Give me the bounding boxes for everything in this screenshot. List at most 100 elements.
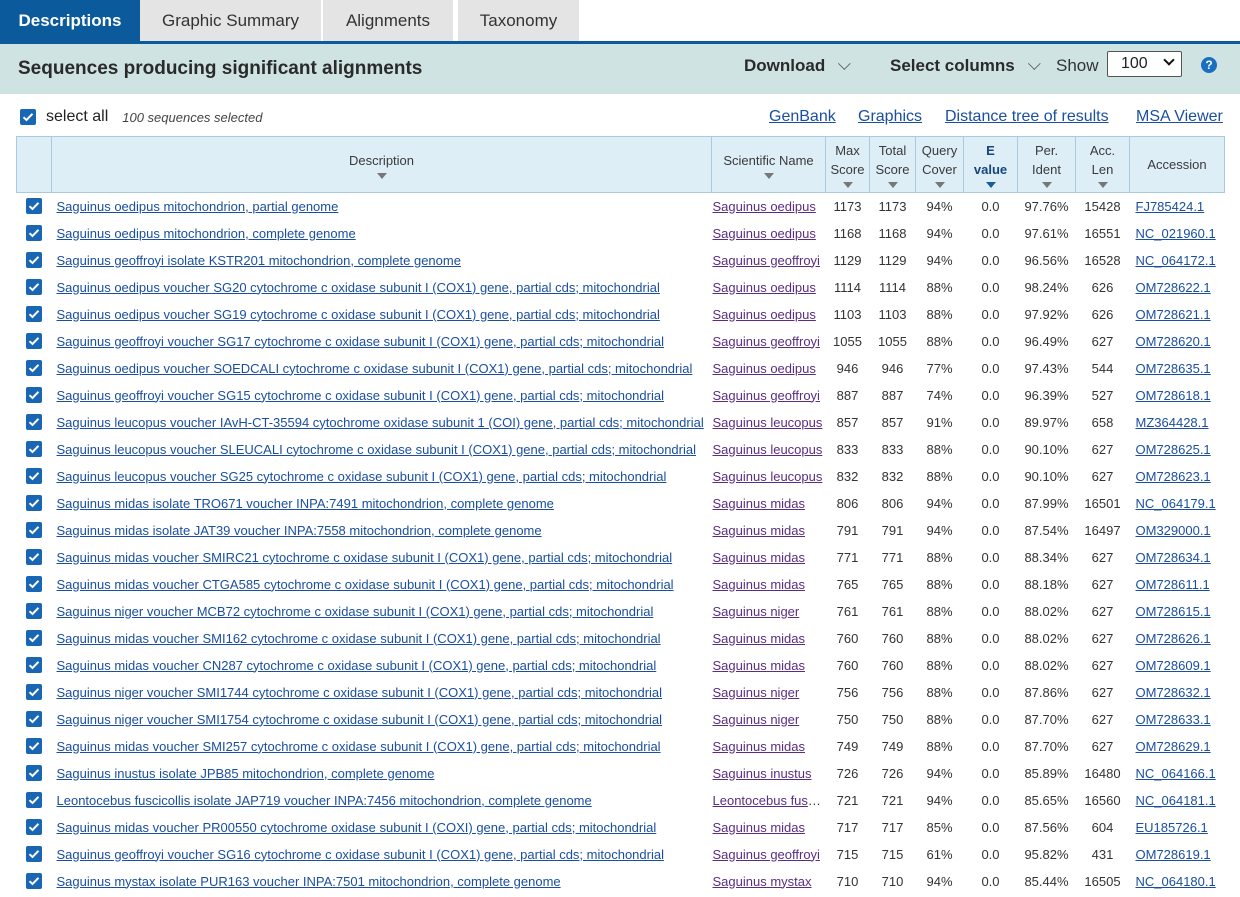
description-link[interactable]: Saguinus niger voucher MCB72 cytochrome …: [57, 604, 654, 619]
scientific-name-link[interactable]: Saguinus leucopus: [713, 415, 823, 430]
description-link[interactable]: Saguinus oedipus mitochondrion, complete…: [57, 226, 356, 241]
tab-alignments[interactable]: Alignments: [323, 0, 453, 41]
accession-link[interactable]: NC_064181.1: [1136, 793, 1216, 808]
description-link[interactable]: Saguinus geoffroyi voucher SG15 cytochro…: [57, 388, 664, 403]
msa-viewer-link[interactable]: MSA Viewer: [1136, 108, 1223, 126]
genbank-link[interactable]: GenBank: [769, 108, 836, 126]
description-link[interactable]: Saguinus midas voucher SMIRC21 cytochrom…: [57, 550, 673, 565]
description-link[interactable]: Saguinus leucopus voucher IAvH-CT-35594 …: [57, 415, 704, 430]
accession-link[interactable]: OM728609.1: [1136, 658, 1211, 673]
scientific-name-link[interactable]: Saguinus oedipus: [713, 361, 816, 376]
accession-link[interactable]: NC_064166.1: [1136, 766, 1216, 781]
column-accession[interactable]: Accession: [1129, 136, 1225, 193]
description-link[interactable]: Saguinus midas isolate TRO671 voucher IN…: [57, 496, 554, 511]
description-link[interactable]: Saguinus oedipus voucher SG20 cytochrome…: [57, 280, 660, 295]
graphics-link[interactable]: Graphics: [858, 108, 922, 126]
tab-graphic-summary[interactable]: Graphic Summary: [140, 0, 321, 41]
select-all-checkbox[interactable]: [20, 109, 36, 125]
description-link[interactable]: Saguinus midas voucher CN287 cytochrome …: [57, 658, 657, 673]
select-columns-button[interactable]: Select columns: [890, 56, 1041, 76]
scientific-name-link[interactable]: Saguinus oedipus: [713, 280, 816, 295]
scientific-name-link[interactable]: Saguinus mystax: [713, 874, 812, 889]
description-link[interactable]: Saguinus niger voucher SMI1744 cytochrom…: [57, 685, 663, 700]
download-button[interactable]: Download: [744, 56, 851, 76]
accession-link[interactable]: OM728635.1: [1136, 361, 1211, 376]
row-checkbox[interactable]: [26, 306, 42, 322]
row-checkbox[interactable]: [26, 765, 42, 781]
row-checkbox[interactable]: [26, 198, 42, 215]
scientific-name-link[interactable]: Saguinus niger: [713, 685, 800, 700]
column-acc-len[interactable]: Acc. Len: [1075, 136, 1130, 193]
column-total-score[interactable]: Total Score: [869, 136, 916, 193]
description-link[interactable]: Saguinus oedipus mitochondrion, partial …: [57, 199, 339, 214]
description-link[interactable]: Saguinus leucopus voucher SG25 cytochrom…: [57, 469, 667, 484]
accession-link[interactable]: NC_021960.1: [1136, 226, 1216, 241]
description-link[interactable]: Saguinus oedipus voucher SOEDCALI cytoch…: [57, 361, 693, 376]
accession-link[interactable]: OM728618.1: [1136, 388, 1211, 403]
tab-taxonomy[interactable]: Taxonomy: [458, 0, 579, 41]
row-checkbox[interactable]: [26, 387, 42, 403]
row-checkbox[interactable]: [26, 360, 42, 376]
scientific-name-link[interactable]: Saguinus midas: [713, 820, 806, 835]
scientific-name-link[interactable]: Saguinus midas: [713, 658, 806, 673]
accession-link[interactable]: OM728625.1: [1136, 442, 1211, 457]
row-checkbox[interactable]: [26, 792, 42, 808]
column-query-cover[interactable]: Query Cover: [915, 136, 964, 193]
scientific-name-link[interactable]: Saguinus midas: [713, 523, 806, 538]
description-link[interactable]: Saguinus midas voucher SMI257 cytochrome…: [57, 739, 661, 754]
row-checkbox[interactable]: [26, 684, 42, 700]
description-link[interactable]: Saguinus inustus isolate JPB85 mitochond…: [57, 766, 435, 781]
row-checkbox[interactable]: [26, 576, 42, 592]
scientific-name-link[interactable]: Saguinus leucopus: [713, 469, 823, 484]
column-max-score[interactable]: Max Score: [825, 136, 870, 193]
description-link[interactable]: Saguinus midas voucher CTGA585 cytochrom…: [57, 577, 674, 592]
row-checkbox[interactable]: [26, 225, 42, 241]
accession-link[interactable]: FJ785424.1: [1136, 199, 1205, 214]
column-scientific-name[interactable]: Scientific Name: [711, 136, 826, 193]
distance-tree-link[interactable]: Distance tree of results: [945, 108, 1109, 126]
scientific-name-link[interactable]: Saguinus leucopus: [713, 442, 823, 457]
description-link[interactable]: Saguinus geoffroyi isolate KSTR201 mitoc…: [57, 253, 461, 268]
scientific-name-link[interactable]: Saguinus oedipus: [713, 307, 816, 322]
scientific-name-link[interactable]: Saguinus geoffroyi: [713, 388, 820, 403]
scientific-name-link[interactable]: Saguinus midas: [713, 550, 806, 565]
scientific-name-link[interactable]: Leontocebus fuscicollis: [713, 793, 826, 808]
description-link[interactable]: Saguinus geoffroyi voucher SG17 cytochro…: [57, 334, 664, 349]
row-checkbox[interactable]: [26, 252, 42, 268]
accession-link[interactable]: OM728623.1: [1136, 469, 1211, 484]
description-link[interactable]: Saguinus mystax isolate PUR163 voucher I…: [57, 874, 561, 889]
accession-link[interactable]: OM728615.1: [1136, 604, 1211, 619]
row-checkbox[interactable]: [26, 441, 42, 457]
scientific-name-link[interactable]: Saguinus niger: [713, 712, 800, 727]
accession-link[interactable]: NC_064180.1: [1136, 874, 1216, 889]
row-checkbox[interactable]: [26, 657, 42, 673]
select-all-label[interactable]: select all: [46, 108, 108, 126]
accession-link[interactable]: OM728629.1: [1136, 739, 1211, 754]
scientific-name-link[interactable]: Saguinus geoffroyi: [713, 847, 820, 862]
accession-link[interactable]: OM728633.1: [1136, 712, 1211, 727]
scientific-name-link[interactable]: Saguinus oedipus: [713, 199, 816, 214]
accession-link[interactable]: OM728622.1: [1136, 280, 1211, 295]
row-checkbox[interactable]: [26, 333, 42, 349]
scientific-name-link[interactable]: Saguinus geoffroyi: [713, 334, 820, 349]
row-checkbox[interactable]: [26, 603, 42, 619]
description-link[interactable]: Saguinus niger voucher SMI1754 cytochrom…: [57, 712, 663, 727]
accession-link[interactable]: OM728611.1: [1136, 577, 1210, 592]
scientific-name-link[interactable]: Saguinus midas: [713, 739, 806, 754]
row-checkbox[interactable]: [26, 468, 42, 484]
row-checkbox[interactable]: [26, 414, 42, 430]
accession-link[interactable]: MZ364428.1: [1136, 415, 1209, 430]
description-link[interactable]: Leontocebus fuscicollis isolate JAP719 v…: [57, 793, 592, 808]
accession-link[interactable]: OM329000.1: [1136, 523, 1211, 538]
scientific-name-link[interactable]: Saguinus midas: [713, 577, 806, 592]
row-checkbox[interactable]: [26, 630, 42, 646]
scientific-name-link[interactable]: Saguinus geoffroyi: [713, 253, 820, 268]
row-checkbox[interactable]: [26, 549, 42, 565]
accession-link[interactable]: OM728619.1: [1136, 847, 1211, 862]
help-icon[interactable]: ?: [1201, 57, 1217, 73]
scientific-name-link[interactable]: Saguinus inustus: [713, 766, 812, 781]
description-link[interactable]: Saguinus geoffroyi voucher SG16 cytochro…: [57, 847, 664, 862]
scientific-name-link[interactable]: Saguinus oedipus: [713, 226, 816, 241]
show-count-select[interactable]: 100: [1107, 51, 1182, 77]
description-link[interactable]: Saguinus midas voucher SMI162 cytochrome…: [57, 631, 661, 646]
